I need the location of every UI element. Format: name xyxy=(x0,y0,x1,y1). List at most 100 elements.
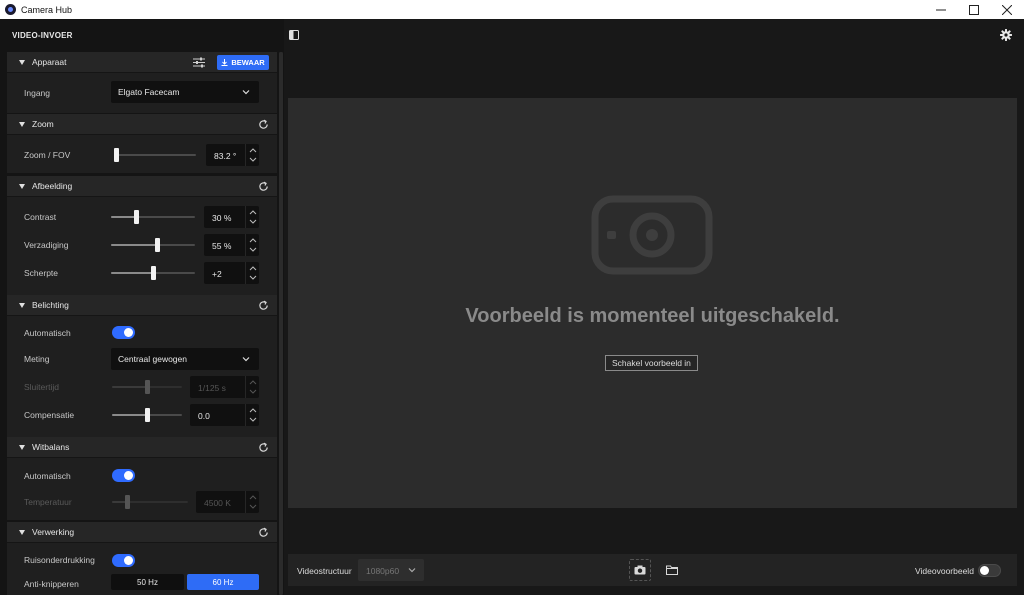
video-format-select[interactable]: 1080p60 xyxy=(358,559,424,581)
chevron-up-icon[interactable] xyxy=(249,237,257,243)
slider-handle[interactable] xyxy=(155,238,161,252)
section-belichting: Belichting Automatisch Meting Centraal g… xyxy=(7,295,277,452)
sharpness-slider[interactable] xyxy=(111,266,195,280)
shutter-value: 1/125 s xyxy=(198,383,226,393)
chevron-down-icon[interactable] xyxy=(249,219,257,225)
minimize-button[interactable] xyxy=(924,0,958,19)
compensation-slider[interactable] xyxy=(112,408,182,422)
enable-preview-button[interactable]: Schakel voorbeeld in xyxy=(605,355,698,371)
input-device-select[interactable]: Elgato Facecam xyxy=(111,81,259,103)
panel-scrollbar[interactable] xyxy=(279,52,283,595)
folder-icon[interactable] xyxy=(666,565,678,575)
section-title: Belichting xyxy=(32,300,69,310)
reset-icon[interactable] xyxy=(258,442,269,453)
video-preview-toggle[interactable] xyxy=(978,564,1001,577)
section-header-zoom[interactable]: Zoom xyxy=(7,114,277,135)
flicker-label: Anti-knipperen xyxy=(24,579,79,589)
collapse-caret-icon[interactable] xyxy=(19,183,25,189)
compensation-input[interactable]: 0.0 xyxy=(190,404,259,426)
chevron-up-icon[interactable] xyxy=(249,209,257,215)
row-metering: Meting Centraal gewogen xyxy=(7,347,277,371)
sharpness-spinner[interactable] xyxy=(245,262,259,284)
temperature-input: 4500 K xyxy=(196,491,259,513)
slider-handle xyxy=(145,380,150,394)
row-saturation: Verzadiging 55 % xyxy=(7,233,277,257)
sharpness-input[interactable]: +2 xyxy=(204,262,259,284)
section-header-verwerking[interactable]: Verwerking xyxy=(7,522,277,543)
maximize-button[interactable] xyxy=(957,0,991,19)
fov-input[interactable]: 83.2 ° xyxy=(206,144,259,166)
collapse-caret-icon[interactable] xyxy=(19,529,25,535)
chevron-up-icon[interactable] xyxy=(249,265,257,271)
sharpness-value: +2 xyxy=(212,269,222,279)
slider-handle[interactable] xyxy=(151,266,156,280)
contrast-slider[interactable] xyxy=(111,210,195,224)
sidebar-toggle-icon[interactable] xyxy=(289,30,299,40)
contrast-spinner[interactable] xyxy=(245,206,259,228)
chevron-down-icon[interactable] xyxy=(249,275,257,281)
flicker-option-60hz[interactable]: 60 Hz xyxy=(187,574,259,590)
section-header-apparaat[interactable]: Apparaat BEWAAR xyxy=(7,52,277,73)
fov-label: Zoom / FOV xyxy=(24,150,71,160)
section-title: Zoom xyxy=(32,119,54,129)
chevron-up-icon[interactable] xyxy=(249,147,257,153)
slider-handle[interactable] xyxy=(113,148,119,162)
slider-handle[interactable] xyxy=(134,210,140,224)
fov-spinner[interactable] xyxy=(245,144,259,166)
saturation-spinner[interactable] xyxy=(245,234,259,256)
compensation-label: Compensatie xyxy=(24,410,75,420)
close-button[interactable] xyxy=(990,0,1024,19)
reset-icon[interactable] xyxy=(258,300,269,311)
exposure-auto-label: Automatisch xyxy=(24,328,71,338)
chevron-down-icon xyxy=(249,504,257,509)
saturation-input[interactable]: 55 % xyxy=(204,234,259,256)
section-title: Apparaat xyxy=(32,57,67,67)
collapse-caret-icon[interactable] xyxy=(19,444,25,450)
chevron-down-icon xyxy=(408,568,416,573)
flicker-option-50hz[interactable]: 50 Hz xyxy=(111,574,184,590)
chevron-down-icon[interactable] xyxy=(249,157,257,163)
row-wb-auto: Automatisch xyxy=(7,464,277,488)
metering-select[interactable]: Centraal gewogen xyxy=(111,348,259,370)
row-compensation: Compensatie 0.0 xyxy=(7,403,277,427)
shutter-input: 1/125 s xyxy=(190,376,259,398)
section-header-afbeelding[interactable]: Afbeelding xyxy=(7,176,277,197)
chevron-down-icon xyxy=(249,389,257,394)
save-button-label: BEWAAR xyxy=(231,58,265,67)
reset-icon[interactable] xyxy=(258,527,269,538)
slider-handle[interactable] xyxy=(145,408,150,422)
temperature-value: 4500 K xyxy=(204,498,231,508)
settings-gear-icon[interactable] xyxy=(1000,29,1012,41)
row-sharpness: Scherpte +2 xyxy=(7,261,277,285)
row-temperature: Temperatuur 4500 K xyxy=(7,490,277,514)
collapse-caret-icon[interactable] xyxy=(19,59,25,65)
row-exposure-auto: Automatisch xyxy=(7,321,277,345)
chevron-up-icon[interactable] xyxy=(249,407,257,413)
noise-reduction-toggle[interactable] xyxy=(112,554,135,567)
wb-auto-toggle[interactable] xyxy=(112,469,135,482)
tune-sliders-icon[interactable] xyxy=(193,57,205,68)
camera-placeholder-icon xyxy=(591,195,713,275)
chevron-down-icon[interactable] xyxy=(249,247,257,253)
section-header-witbalans[interactable]: Witbalans xyxy=(7,437,277,458)
metering-label: Meting xyxy=(24,354,50,364)
input-label: Ingang xyxy=(24,88,50,98)
reset-icon[interactable] xyxy=(258,119,269,130)
reset-icon[interactable] xyxy=(258,181,269,192)
wb-auto-label: Automatisch xyxy=(24,471,71,481)
collapse-caret-icon[interactable] xyxy=(19,121,25,127)
exposure-auto-toggle[interactable] xyxy=(112,326,135,339)
scrollbar-thumb[interactable] xyxy=(279,52,283,595)
snapshot-camera-icon xyxy=(634,565,646,575)
row-input: Ingang Elgato Facecam xyxy=(7,81,277,105)
chevron-down-icon[interactable] xyxy=(249,417,257,423)
fov-slider[interactable] xyxy=(113,148,196,162)
contrast-input[interactable]: 30 % xyxy=(204,206,259,228)
save-button[interactable]: BEWAAR xyxy=(217,55,269,70)
snapshot-button[interactable] xyxy=(629,559,651,581)
saturation-slider[interactable] xyxy=(111,238,195,252)
collapse-caret-icon[interactable] xyxy=(19,302,25,308)
compensation-spinner[interactable] xyxy=(245,404,259,426)
section-header-belichting[interactable]: Belichting xyxy=(7,295,277,316)
contrast-label: Contrast xyxy=(24,212,57,222)
